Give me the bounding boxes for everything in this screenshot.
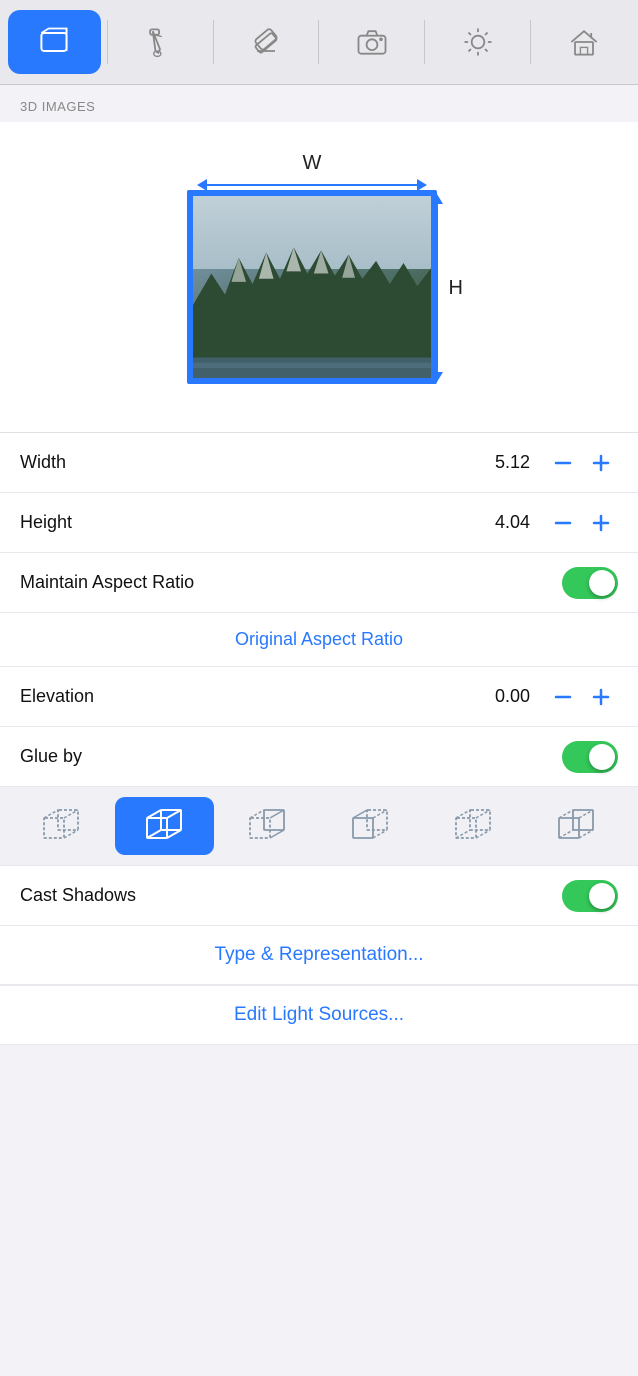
glue-by-row: Glue by <box>0 727 638 787</box>
maintain-aspect-row: Maintain Aspect Ratio <box>0 553 638 613</box>
glue-by-knob <box>589 744 615 770</box>
toolbar-item-house[interactable] <box>537 10 630 74</box>
type-rep-button[interactable]: Type & Representation... <box>214 944 423 966</box>
maintain-aspect-knob <box>589 570 615 596</box>
width-row: Width 5.12 <box>0 433 638 493</box>
toolbar-item-eraser[interactable] <box>220 10 313 74</box>
toolbar-item-brush[interactable] <box>114 10 207 74</box>
preview-area: W H <box>0 122 638 432</box>
elevation-decrement-button[interactable] <box>546 680 580 714</box>
diagram-container: W H <box>159 142 479 402</box>
image-inner <box>193 196 431 378</box>
width-increment-button[interactable] <box>584 446 618 480</box>
glue-icon-6-button[interactable] <box>527 797 626 855</box>
width-label: Width <box>20 452 495 473</box>
toolbar <box>0 0 638 85</box>
height-row: Height 4.04 <box>0 493 638 553</box>
edit-light-row: Edit Light Sources... <box>0 985 638 1045</box>
glue-icon-4-button[interactable] <box>321 797 420 855</box>
section-title: 3D IMAGES <box>20 99 95 114</box>
settings-section: Width 5.12 Height 4.04 <box>0 432 638 1045</box>
w-h-line <box>207 184 417 186</box>
toolbar-divider-1 <box>107 20 108 64</box>
glue-icon-5-button[interactable] <box>424 797 523 855</box>
toolbar-divider-5 <box>530 20 531 64</box>
glue-icon-2-button[interactable] <box>115 797 214 855</box>
toolbar-divider-3 <box>318 20 319 64</box>
glue-icon-3-button[interactable] <box>218 797 317 855</box>
glue-by-label: Glue by <box>20 746 562 767</box>
elevation-row: Elevation 0.00 <box>0 667 638 727</box>
cast-shadows-knob <box>589 883 615 909</box>
toolbar-item-3d[interactable] <box>8 10 101 74</box>
toolbar-divider-4 <box>424 20 425 64</box>
height-decrement-button[interactable] <box>546 506 580 540</box>
glue-icons-row <box>0 787 638 866</box>
maintain-aspect-label: Maintain Aspect Ratio <box>20 572 562 593</box>
height-value: 4.04 <box>495 512 530 533</box>
cast-shadows-row: Cast Shadows <box>0 866 638 926</box>
toolbar-divider-2 <box>213 20 214 64</box>
height-label: Height <box>20 512 495 533</box>
toolbar-item-sun[interactable] <box>431 10 524 74</box>
cast-shadows-label: Cast Shadows <box>20 885 562 906</box>
cast-shadows-toggle[interactable] <box>562 880 618 912</box>
toolbar-item-camera[interactable] <box>325 10 418 74</box>
maintain-aspect-toggle[interactable] <box>562 567 618 599</box>
image-preview <box>187 190 437 384</box>
section-header: 3D IMAGES <box>0 85 638 122</box>
elevation-label: Elevation <box>20 686 495 707</box>
elevation-increment-button[interactable] <box>584 680 618 714</box>
original-aspect-button[interactable]: Original Aspect Ratio <box>235 629 403 650</box>
height-increment-button[interactable] <box>584 506 618 540</box>
type-rep-row: Type & Representation... <box>0 926 638 985</box>
width-value: 5.12 <box>495 452 530 473</box>
original-aspect-row: Original Aspect Ratio <box>0 613 638 667</box>
edit-light-button[interactable]: Edit Light Sources... <box>234 1004 404 1026</box>
width-decrement-button[interactable] <box>546 446 580 480</box>
glue-by-toggle[interactable] <box>562 741 618 773</box>
elevation-value: 0.00 <box>495 686 530 707</box>
glue-icon-1-button[interactable] <box>12 797 111 855</box>
h-label: H <box>449 277 463 300</box>
w-label: W <box>303 152 322 175</box>
